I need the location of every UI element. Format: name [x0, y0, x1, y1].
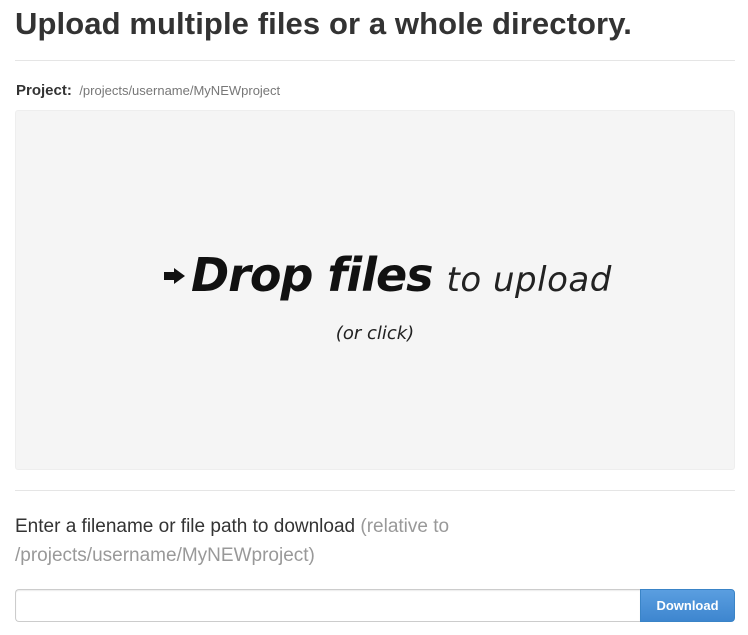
download-instructions: Enter a filename or file path to downloa… — [15, 512, 735, 570]
project-path: /projects/username/MyNEWproject — [79, 83, 281, 98]
project-label: Project: — [16, 82, 72, 99]
page-title: Upload multiple files or a whole directo… — [15, 6, 632, 41]
drop-files-text: Drop files — [191, 248, 434, 302]
download-button[interactable]: Download — [640, 589, 735, 622]
divider — [15, 60, 735, 61]
to-upload-text: to upload — [446, 260, 612, 300]
or-click-text: (or click) — [335, 323, 415, 344]
project-info: Project: /projects/username/MyNEWproject — [16, 82, 280, 100]
download-prompt: Enter a filename or file path to downloa… — [15, 516, 356, 537]
drop-message: Drop files to upload — [164, 248, 612, 302]
file-dropzone[interactable]: Drop files to upload (or click) — [15, 110, 735, 470]
download-path-input[interactable] — [15, 589, 640, 622]
download-form: Download — [15, 589, 735, 622]
divider — [15, 490, 735, 491]
arrow-right-icon — [164, 267, 186, 285]
